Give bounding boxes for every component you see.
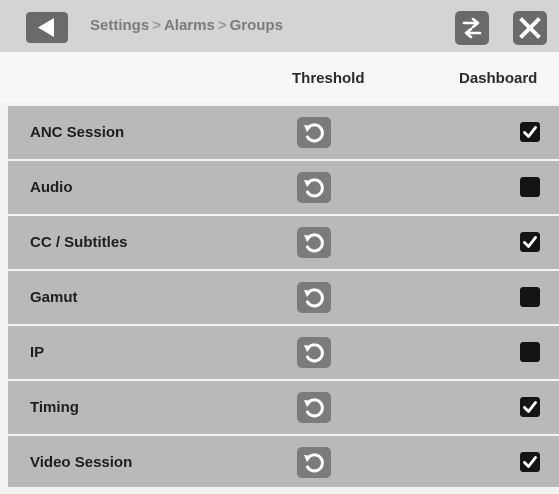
threshold-reset-button[interactable] (297, 447, 331, 478)
checkmark-icon (523, 401, 537, 413)
dashboard-checkbox[interactable] (520, 397, 540, 417)
breadcrumb: Settings > Alarms > Groups (90, 17, 283, 37)
alarm-group-label: CC / Subtitles (30, 234, 128, 251)
threshold-column-header: Threshold (292, 70, 365, 87)
alarm-group-row: CC / Subtitles (8, 216, 559, 269)
reset-icon (304, 453, 324, 473)
swap-button[interactable] (455, 11, 489, 45)
settings-window: Settings > Alarms > Groups Threshold Dashboa… (0, 0, 559, 494)
back-button[interactable] (26, 12, 68, 43)
alarm-group-label: Timing (30, 399, 79, 416)
threshold-reset-button[interactable] (297, 337, 331, 368)
dashboard-column-header: Dashboard (459, 70, 538, 87)
alarm-group-label: IP (30, 344, 45, 361)
breadcrumb-item-groups: Groups (229, 17, 283, 34)
dashboard-checkbox[interactable] (520, 232, 540, 252)
alarm-group-label: Video Session (30, 454, 133, 471)
dashboard-checkbox[interactable] (520, 287, 540, 307)
threshold-reset-button[interactable] (297, 227, 331, 258)
reset-icon (304, 288, 324, 308)
alarm-group-row: Timing (8, 381, 559, 434)
threshold-reset-button[interactable] (297, 117, 331, 148)
reset-icon (304, 398, 324, 418)
breadcrumb-separator: > (152, 17, 161, 34)
alarm-group-row: Audio (8, 161, 559, 214)
reset-icon (304, 233, 324, 253)
alarm-group-row: ANC Session (8, 106, 559, 159)
breadcrumb-separator: > (217, 17, 227, 34)
dashboard-checkbox[interactable] (520, 452, 540, 472)
alarm-group-label: Audio (30, 179, 73, 196)
threshold-reset-button[interactable] (297, 172, 331, 203)
close-button[interactable] (513, 11, 547, 45)
alarm-group-label: ANC Session (30, 124, 125, 141)
alarm-group-row: Video Session (8, 436, 559, 489)
checkmark-icon (523, 236, 537, 248)
alarm-group-label: Gamut (30, 289, 78, 306)
threshold-reset-button[interactable] (297, 392, 331, 423)
threshold-reset-button[interactable] (297, 282, 331, 313)
alarm-group-row: IP (8, 326, 559, 379)
swap-arrows-icon (462, 17, 482, 39)
checkmark-icon (523, 126, 537, 138)
reset-icon (304, 343, 324, 363)
breadcrumb-item-alarms[interactable]: Alarms (164, 17, 215, 34)
alarm-group-row: Gamut (8, 271, 559, 324)
back-arrow-icon (38, 18, 54, 37)
column-header: Threshold Dashboard (0, 52, 559, 102)
reset-icon (304, 123, 324, 143)
checkmark-icon (523, 456, 537, 468)
title-bar: Settings > Alarms > Groups (0, 0, 559, 52)
close-x-icon (519, 17, 541, 39)
dashboard-checkbox[interactable] (520, 122, 540, 142)
bottom-strip (0, 487, 559, 494)
reset-icon (304, 178, 324, 198)
dashboard-checkbox[interactable] (520, 342, 540, 362)
breadcrumb-item-settings[interactable]: Settings (90, 17, 149, 34)
dashboard-checkbox[interactable] (520, 177, 540, 197)
